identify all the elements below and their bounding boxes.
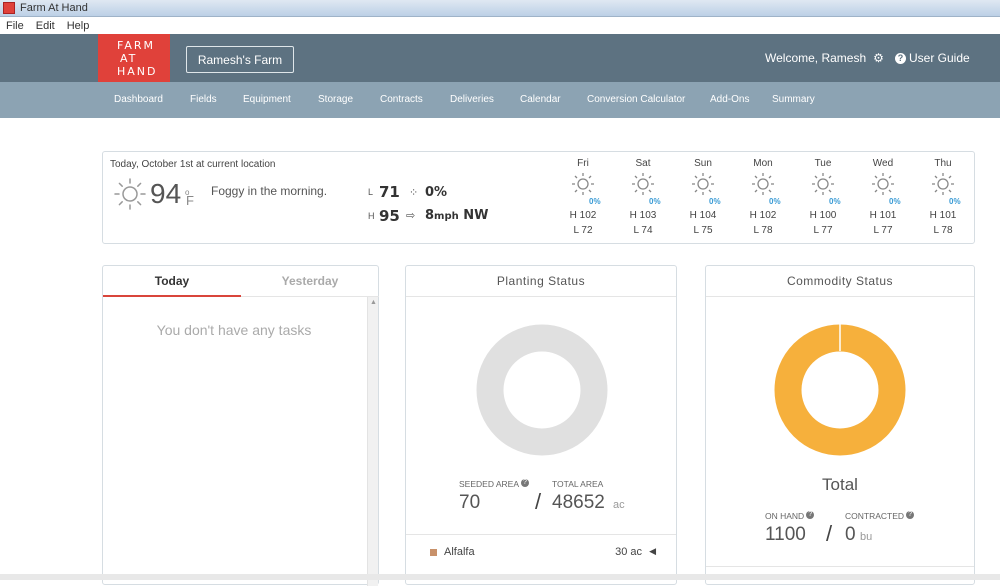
nav-storage[interactable]: Storage <box>318 94 353 105</box>
wind-icon: ⇨ <box>406 210 416 222</box>
seeded-area-label: SEEDED AREA? <box>459 479 529 489</box>
total-area-value: 48652 <box>552 492 605 513</box>
menu-help[interactable]: Help <box>67 20 90 32</box>
weather-widget: Today, October 1st at current location 9… <box>102 151 975 244</box>
gear-icon[interactable]: ⚙ <box>873 51 884 65</box>
sun-icon <box>632 173 654 195</box>
menubar: File Edit Help <box>0 17 1000 34</box>
sun-icon <box>572 173 594 195</box>
farm-at-hand-logo[interactable]: FARM AT HAND <box>98 34 170 82</box>
nav-dashboard[interactable]: Dashboard <box>114 94 163 105</box>
caret-left-icon[interactable]: ◀ <box>649 546 656 557</box>
slash-divider: / <box>826 521 833 546</box>
help-icon: ? <box>906 511 915 519</box>
app-icon <box>3 2 15 14</box>
help-icon: ? <box>521 479 529 487</box>
commodity-status-title: Commodity Status <box>706 266 974 297</box>
forecast-day: Fri 0% H 102 L 72 <box>569 158 601 236</box>
weather-date: Today, October 1st at current location <box>110 159 276 170</box>
sun-icon <box>932 173 954 195</box>
forecast-day: Mon 0% H 102 L 78 <box>749 158 781 236</box>
wind-speed: 8mph NW <box>425 208 489 223</box>
nav-conversion-calculator[interactable]: Conversion Calculator <box>587 94 685 105</box>
commodity-unit: bu <box>860 531 873 543</box>
tasks-panel: Today Yesterday You don't have any tasks… <box>102 265 379 586</box>
scroll-up-icon[interactable]: ▲ <box>370 299 377 306</box>
welcome-text: Welcome, Ramesh <box>765 51 867 65</box>
window-bottom-edge <box>0 574 1000 580</box>
farm-selector-button[interactable]: Ramesh's Farm <box>186 46 294 73</box>
total-area-unit: ac <box>613 499 625 511</box>
sun-icon <box>872 173 894 195</box>
divider <box>706 566 974 567</box>
commodity-status-panel: Commodity Status Total ON HAND? CONTRACT… <box>705 265 975 585</box>
tasks-scrollbar[interactable]: ▲ <box>367 297 378 586</box>
help-icon: ? <box>806 511 815 519</box>
sun-icon <box>692 173 714 195</box>
seeded-area-value: 70 <box>459 492 481 513</box>
crop-area: 30 ac <box>615 546 642 558</box>
user-guide-link[interactable]: ? User Guide <box>895 51 970 65</box>
high-temp: 95 <box>379 207 400 225</box>
forecast-day: Sun 0% H 104 L 75 <box>689 158 721 236</box>
crop-name: Alfalfa <box>444 546 475 558</box>
contracted-value: 0 <box>845 524 856 545</box>
precip-value: 0% <box>425 185 448 200</box>
empty-tasks-message: You don't have any tasks <box>156 322 312 338</box>
planting-ring <box>476 324 608 456</box>
forecast-day: Tue 0% H 100 L 77 <box>809 158 841 236</box>
forecast-day: Thu 0% H 101 L 78 <box>929 158 961 236</box>
sun-icon <box>812 173 834 195</box>
total-area-label: TOTAL AREA <box>552 479 604 489</box>
nav-equipment[interactable]: Equipment <box>243 94 291 105</box>
help-icon: ? <box>895 52 906 64</box>
nav-summary[interactable]: Summary <box>772 94 815 105</box>
contracted-label: CONTRACTED? <box>845 511 915 521</box>
planting-status-title: Planting Status <box>406 266 676 297</box>
nav-contracts[interactable]: Contracts <box>380 94 423 105</box>
menu-edit[interactable]: Edit <box>36 20 55 32</box>
tab-yesterday[interactable]: Yesterday <box>241 266 379 297</box>
nav-calendar[interactable]: Calendar <box>520 94 561 105</box>
crop-color-swatch <box>430 549 437 556</box>
commodity-total-label: Total <box>822 475 858 494</box>
welcome-user[interactable]: Welcome, Ramesh ⚙ <box>765 51 884 65</box>
nav-fields[interactable]: Fields <box>190 94 217 105</box>
window-titlebar: Farm At Hand <box>0 0 1000 17</box>
planting-donut-chart[interactable] <box>476 324 608 456</box>
window-title: Farm At Hand <box>20 2 88 14</box>
divider <box>406 534 676 535</box>
nav-deliveries[interactable]: Deliveries <box>450 94 494 105</box>
weather-description: Foggy in the morning. <box>211 184 328 198</box>
on-hand-label: ON HAND? <box>765 511 815 521</box>
menu-file[interactable]: File <box>6 20 24 32</box>
forecast-day: Wed 0% H 101 L 77 <box>869 158 901 236</box>
slash-divider: / <box>535 489 542 514</box>
user-guide-label: User Guide <box>909 51 970 65</box>
forecast-day: Sat 0% H 103 L 74 <box>629 158 661 236</box>
temperature-unit: F <box>186 193 194 208</box>
on-hand-value: 1100 <box>765 524 806 545</box>
current-temperature: 94 <box>150 178 182 209</box>
commodity-ring <box>774 324 906 456</box>
high-label: H <box>368 211 375 221</box>
low-temp: 71 <box>379 183 400 201</box>
sun-icon <box>114 178 146 210</box>
sun-icon <box>752 173 774 195</box>
precip-icon: ⁘ <box>409 187 419 199</box>
low-label: L <box>368 187 374 197</box>
tab-today[interactable]: Today <box>103 266 241 297</box>
commodity-donut-chart[interactable] <box>774 324 906 456</box>
planting-status-panel: Planting Status SEEDED AREA? TOTAL AREA … <box>405 265 677 585</box>
nav-add-ons[interactable]: Add-Ons <box>710 94 749 105</box>
